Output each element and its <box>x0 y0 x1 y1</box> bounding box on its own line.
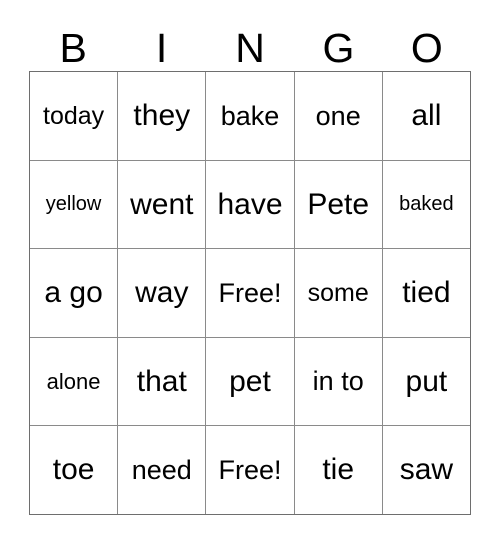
bingo-cell-g2[interactable]: Pete <box>294 160 383 250</box>
bingo-cell-i3[interactable]: way <box>118 249 207 338</box>
header-letter-g: G <box>322 25 355 71</box>
bingo-cell-i2[interactable]: went <box>118 160 207 250</box>
bingo-cell-label: one <box>315 100 361 131</box>
bingo-cell-g4[interactable]: in to <box>294 337 383 427</box>
bingo-cell-o4[interactable]: put <box>382 337 471 427</box>
bingo-cell-g1[interactable]: one <box>294 72 383 161</box>
bingo-cell-n2[interactable]: have <box>206 160 295 250</box>
bingo-cell-o3[interactable]: tied <box>382 249 471 338</box>
bingo-cell-i5[interactable]: need <box>118 426 207 515</box>
header-letter-n: N <box>235 25 265 71</box>
bingo-cell-label: toe <box>52 453 95 487</box>
header-letter-o: O <box>410 25 443 71</box>
bingo-cell-b5[interactable]: toe <box>30 426 119 515</box>
bingo-cell-label: yellow <box>45 192 102 215</box>
bingo-cell-label: saw <box>399 453 454 487</box>
bingo-cell-label: some <box>307 278 369 307</box>
bingo-cell-label: tie <box>322 453 355 487</box>
bingo-cell-label: a go <box>44 276 103 310</box>
header-letter-b: B <box>59 25 87 71</box>
bingo-cell-b4[interactable]: alone <box>30 337 119 427</box>
bingo-free-space-label: Free! <box>218 455 282 486</box>
bingo-free-space-label: Free! <box>218 277 282 308</box>
bingo-cell-label: put <box>405 364 448 398</box>
bingo-cell-b2[interactable]: yellow <box>30 160 119 250</box>
bingo-cell-o1[interactable]: all <box>382 72 471 161</box>
bingo-cell-n4[interactable]: pet <box>206 337 295 427</box>
bingo-cell-label: in to <box>312 366 364 397</box>
bingo-cell-label: have <box>217 187 283 221</box>
bingo-cell-label: that <box>136 364 187 398</box>
bingo-cell-label: alone <box>46 369 101 395</box>
bingo-cell-o5[interactable]: saw <box>382 426 471 515</box>
bingo-cell-g5[interactable]: tie <box>294 426 383 515</box>
bingo-cell-label: Pete <box>307 187 370 221</box>
bingo-cell-label: today <box>43 101 105 130</box>
bingo-cell-label: need <box>131 455 192 486</box>
bingo-cell-o2[interactable]: baked <box>382 160 471 250</box>
bingo-cell-n3-free[interactable]: Free! <box>206 249 295 338</box>
bingo-cell-label: bake <box>220 100 280 131</box>
bingo-cell-i4[interactable]: that <box>118 337 207 427</box>
header-letter-i: I <box>155 25 168 71</box>
bingo-cell-label: baked <box>399 192 454 215</box>
bingo-cell-label: pet <box>229 364 271 398</box>
bingo-header-row: B I N G O <box>29 20 471 71</box>
bingo-card: B I N G O today they bake one all yellow… <box>0 0 500 544</box>
bingo-cell-n1[interactable]: bake <box>206 72 295 161</box>
bingo-cell-g3[interactable]: some <box>294 249 383 338</box>
bingo-cell-b1[interactable]: today <box>30 72 119 161</box>
bingo-cell-label: tied <box>402 276 451 310</box>
bingo-grid: today they bake one all yellow went have… <box>29 71 471 515</box>
bingo-cell-label: went <box>130 187 194 221</box>
bingo-cell-label: they <box>133 99 191 133</box>
bingo-cell-b3[interactable]: a go <box>30 249 119 338</box>
bingo-cell-label: all <box>411 99 442 133</box>
bingo-cell-label: way <box>135 276 189 310</box>
bingo-cell-n5-free[interactable]: Free! <box>206 426 295 515</box>
bingo-cell-i1[interactable]: they <box>118 72 207 161</box>
